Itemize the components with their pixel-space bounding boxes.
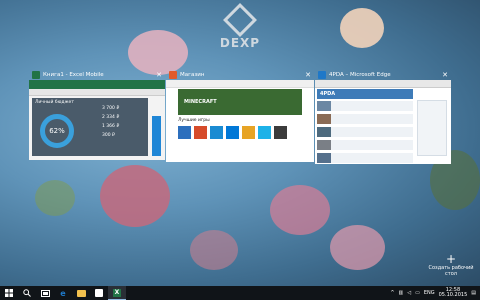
- store-nav: [166, 80, 314, 88]
- app-tile: [274, 126, 287, 139]
- ribbon: [29, 80, 165, 89]
- window-title: 4PDA – Microsoft Edge: [329, 71, 391, 78]
- store-app-tiles: [178, 126, 287, 139]
- budget-value: 3 700 ₽: [102, 106, 120, 111]
- clock[interactable]: 12:58 05.10.2015: [439, 288, 468, 298]
- window-preview: MINECRAFT Лучшие игры: [166, 80, 314, 162]
- window-titlebar: 4PDA – Microsoft Edge ✕: [315, 69, 451, 80]
- article-row: [317, 114, 413, 124]
- store-banner-text: MINECRAFT: [184, 99, 217, 105]
- battery-icon[interactable]: ▭: [415, 290, 420, 296]
- network-icon[interactable]: ▥: [399, 290, 404, 296]
- edge-sidebar: [417, 100, 447, 156]
- article-row: [317, 127, 413, 137]
- site-header: 4PDA: [317, 89, 413, 99]
- window-titlebar: Магазин ✕: [166, 69, 314, 80]
- search-icon[interactable]: [18, 286, 36, 300]
- article-row: [317, 140, 413, 150]
- language-indicator[interactable]: ENG: [424, 290, 435, 296]
- clock-date: 05.10.2015: [438, 292, 468, 298]
- budget-value: 1 366 ₽: [102, 124, 120, 129]
- article-list: [317, 101, 413, 163]
- budget-values: 3 700 ₽ 2 334 ₽ 1 366 ₽ 300 ₽: [102, 104, 119, 140]
- excel-glyph: X: [113, 288, 121, 297]
- leaf-decoration: [35, 180, 75, 216]
- store-section-title: Лучшие игры: [178, 118, 210, 123]
- sheet-label: Личный бюджет: [35, 100, 74, 105]
- dexp-logo: DEXP: [210, 3, 270, 54]
- dexp-logo-icon: [223, 3, 257, 37]
- chevron-up-icon[interactable]: ^: [390, 290, 394, 296]
- close-icon[interactable]: ✕: [305, 71, 311, 79]
- system-tray: ^ ▥ ◁ ▭ ENG 12:58 05.10.2015 ▤: [390, 286, 480, 300]
- blossom-decoration: [100, 165, 170, 227]
- windows-icon[interactable]: [0, 286, 18, 300]
- blossom-decoration: [190, 230, 238, 270]
- edge-icon[interactable]: e: [54, 286, 72, 300]
- window-titlebar: Книга1 - Excel Mobile ✕: [29, 69, 165, 80]
- budget-percent: 62%: [49, 127, 65, 135]
- blossom-decoration: [270, 185, 330, 235]
- task-view-icon[interactable]: [36, 286, 54, 300]
- close-icon[interactable]: ✕: [442, 71, 448, 79]
- budget-value: 300 ₽: [102, 133, 115, 138]
- formula-bar: [29, 89, 165, 96]
- store-banner: MINECRAFT: [178, 89, 302, 115]
- new-desktop-button[interactable]: + Создать рабочий стол: [422, 253, 480, 277]
- folder-shape: [76, 289, 86, 297]
- edge-address-bar: [315, 80, 451, 88]
- new-desktop-label: Создать рабочий стол: [428, 265, 474, 277]
- app-tile: [210, 126, 223, 139]
- window-thumbnail-store[interactable]: Магазин ✕ MINECRAFT Лучшие игры: [166, 69, 314, 162]
- blossom-decoration: [340, 8, 384, 48]
- excel-icon: [32, 70, 40, 79]
- app-tile: [258, 126, 271, 139]
- window-thumbnail-excel[interactable]: Книга1 - Excel Mobile ✕ Личный бюджет 62…: [29, 69, 165, 160]
- bag-shape: [95, 289, 103, 297]
- plus-icon: +: [445, 252, 457, 266]
- window-title: Книга1 - Excel Mobile: [43, 71, 104, 78]
- budget-value: 2 334 ₽: [102, 115, 120, 120]
- store-icon[interactable]: [90, 286, 108, 300]
- budget-donut: 62%: [40, 114, 74, 148]
- window-title: Магазин: [180, 71, 205, 78]
- scroll-panel: [152, 116, 161, 156]
- edge-icon: [318, 70, 326, 79]
- article-row: [317, 101, 413, 111]
- notifications-icon[interactable]: ▤: [471, 290, 476, 296]
- explorer-icon[interactable]: [72, 286, 90, 300]
- budget-card: Личный бюджет 62% 3 700 ₽ 2 334 ₽ 1 366 …: [32, 98, 148, 156]
- close-icon[interactable]: ✕: [156, 71, 162, 79]
- app-tile: [194, 126, 207, 139]
- volume-icon[interactable]: ◁: [407, 290, 411, 296]
- blossom-decoration: [330, 225, 385, 270]
- window-preview: Личный бюджет 62% 3 700 ₽ 2 334 ₽ 1 366 …: [29, 80, 165, 160]
- window-thumbnail-edge[interactable]: 4PDA – Microsoft Edge ✕ 4PDA: [315, 69, 451, 164]
- taskbar: e X ^ ▥ ◁ ▭ ENG 12:58 05.10.2015 ▤: [0, 286, 480, 300]
- desktop-wallpaper: DEXP Книга1 - Excel Mobile ✕ Личный бюдж…: [0, 0, 480, 286]
- excel-icon[interactable]: X: [108, 286, 126, 300]
- store-icon: [169, 70, 177, 79]
- app-tile: [226, 126, 239, 139]
- window-preview: 4PDA: [315, 80, 451, 164]
- dexp-logo-text: DEXP: [219, 36, 261, 50]
- app-tile: [242, 126, 255, 139]
- app-tile: [178, 126, 191, 139]
- article-row: [317, 153, 413, 163]
